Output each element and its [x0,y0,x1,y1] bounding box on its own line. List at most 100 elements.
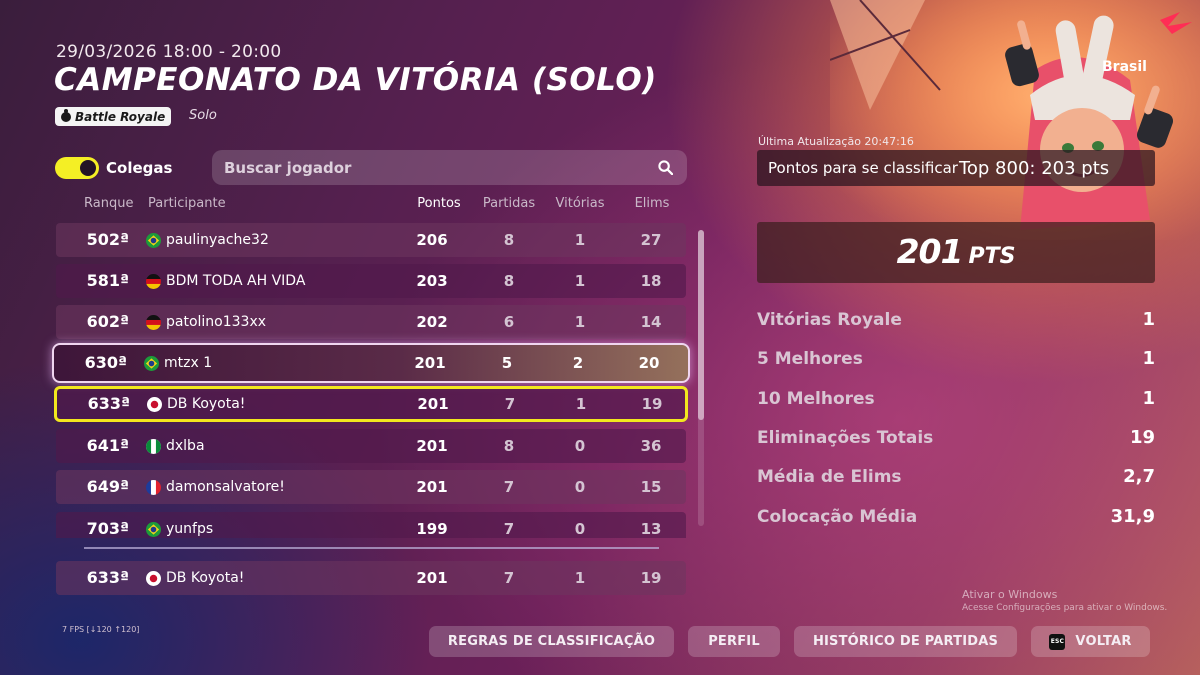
row-player-name: BDM TODA AH VIDA [166,273,306,289]
brazil-flag-icon [146,522,161,537]
stat-label: Vitórias Royale [757,310,902,330]
region-label: Brasil [1102,59,1147,75]
brazil-flag-icon [144,356,159,371]
leaderboard-row[interactable]: 641ª dxlba 201 8 0 36 [56,429,686,463]
row-wins: 0 [574,478,586,496]
row-rank: 602ª [86,312,129,331]
leaderboard-row[interactable]: 581ª BDM TODA AH VIDA 203 8 1 18 [56,264,686,298]
france-flag-icon [146,480,161,495]
search-bar [212,150,687,185]
leaderboard-row[interactable]: 602ª patolino133xx 202 6 1 14 [56,305,686,339]
row-wins: 1 [574,569,586,587]
row-points: 201 [417,395,449,413]
leaderboard-row[interactable]: 633ª DB Koyota! 201 7 1 19 [54,386,688,422]
match-history-button[interactable]: HISTÓRICO DE PARTIDAS [794,626,1017,657]
row-elims: 20 [638,354,660,372]
leaderboard-row[interactable]: 630ª mtzx 1 201 5 2 20 [52,343,690,383]
row-matches: 8 [503,437,515,455]
row-points: 206 [416,231,448,249]
own-row-divider [84,547,659,549]
qualify-value: Top 800: 203 pts [958,157,1110,179]
stat-value: 19 [1129,427,1155,448]
header-participant: Participante [148,196,226,211]
row-elims: 14 [640,313,662,331]
windows-notice-title: Ativar o Windows [962,588,1058,601]
stat-label: 5 Melhores [757,349,863,369]
row-wins: 0 [574,437,586,455]
germany-flag-icon [146,274,161,289]
row-elims: 27 [640,231,662,249]
windows-notice-text: Acesse Configurações para ativar o Windo… [962,603,1168,613]
header-matches: Partidas [482,196,536,211]
header-wins: Vitórias [555,196,605,211]
esc-key-icon: ESC [1049,633,1066,650]
row-player-name: DB Koyota! [166,570,245,586]
row-elims: 36 [640,437,662,455]
toggle-knob [80,160,96,176]
row-player-name: dxlba [166,438,205,454]
row-matches: 7 [504,395,516,413]
header-rank: Ranque [84,196,134,211]
brazil-flag-icon [146,233,161,248]
row-matches: 5 [501,354,513,372]
rules-button[interactable]: REGRAS DE CLASSIFICAÇÃO [429,626,674,657]
search-icon[interactable] [658,160,673,175]
row-rank: 581ª [86,271,129,290]
fps-counter: 7 FPS [↓120 ↑120] [62,625,140,634]
stat-label: Eliminações Totais [757,428,934,448]
total-points: 201 [896,232,964,271]
leaderboard-row[interactable]: 649ª damonsalvatore! 201 7 0 15 [56,470,686,504]
row-points: 202 [416,313,448,331]
stat-value: 1 [1142,348,1155,369]
last-update: Última Atualização 20:47:16 [758,135,914,148]
row-points: 199 [416,520,448,538]
row-matches: 7 [503,478,515,496]
row-player-name: paulinyache32 [166,232,269,248]
row-wins: 2 [572,354,584,372]
search-input[interactable] [224,158,644,177]
stat-value: 1 [1142,388,1155,409]
leaderboard-row[interactable]: 703ª yunfps 199 7 0 13 [56,512,686,538]
row-rank: 641ª [86,436,129,455]
leaderboard-scrollbar[interactable] [698,230,704,526]
row-wins: 1 [574,313,586,331]
qualify-threshold: Pontos para se classificar Top 800: 203 … [757,150,1155,186]
leaderboard-row[interactable]: 502ª paulinyache32 206 8 1 27 [56,223,686,257]
stat-label: 10 Melhores [757,389,875,409]
japan-flag-icon [146,571,161,586]
row-player-name: damonsalvatore! [166,479,285,495]
row-player-name: DB Koyota! [167,396,246,412]
stat-value: 1 [1142,309,1155,330]
mode-label: Battle Royale [75,109,166,124]
row-rank: 630ª [84,353,127,372]
row-matches: 7 [503,520,515,538]
stat-label: Colocação Média [757,507,918,527]
row-rank: 649ª [86,477,129,496]
row-rank: 633ª [87,394,130,413]
row-rank: 633ª [86,568,129,587]
profile-button[interactable]: PERFIL [688,626,780,657]
event-date: 29/03/2026 18:00 - 20:00 [56,42,282,62]
back-button[interactable]: ESC VOLTAR [1031,626,1150,657]
battle-royale-icon [61,108,71,122]
row-matches: 8 [503,231,515,249]
windows-activation-notice: Ativar o Windows Acesse Configurações pa… [962,588,1167,613]
row-rank: 502ª [86,230,129,249]
row-points: 203 [416,272,448,290]
row-points: 201 [416,569,448,587]
germany-flag-icon [146,315,161,330]
submode-label: Solo [189,108,217,123]
stat-value: 2,7 [1123,466,1155,487]
row-points: 201 [416,437,448,455]
row-elims: 13 [640,520,662,538]
scrollbar-thumb[interactable] [698,230,704,420]
stat-value: 31,9 [1110,506,1155,527]
mode-badge: Battle Royale [55,107,172,126]
header-points: Pontos [417,196,461,211]
total-points-unit: PTS [968,244,1016,269]
nigeria-flag-icon [146,439,161,454]
row-wins: 1 [574,272,586,290]
own-player-row[interactable]: 633ª DB Koyota! 201 7 1 19 [56,561,686,595]
row-matches: 8 [503,272,515,290]
friends-toggle[interactable] [55,157,99,179]
